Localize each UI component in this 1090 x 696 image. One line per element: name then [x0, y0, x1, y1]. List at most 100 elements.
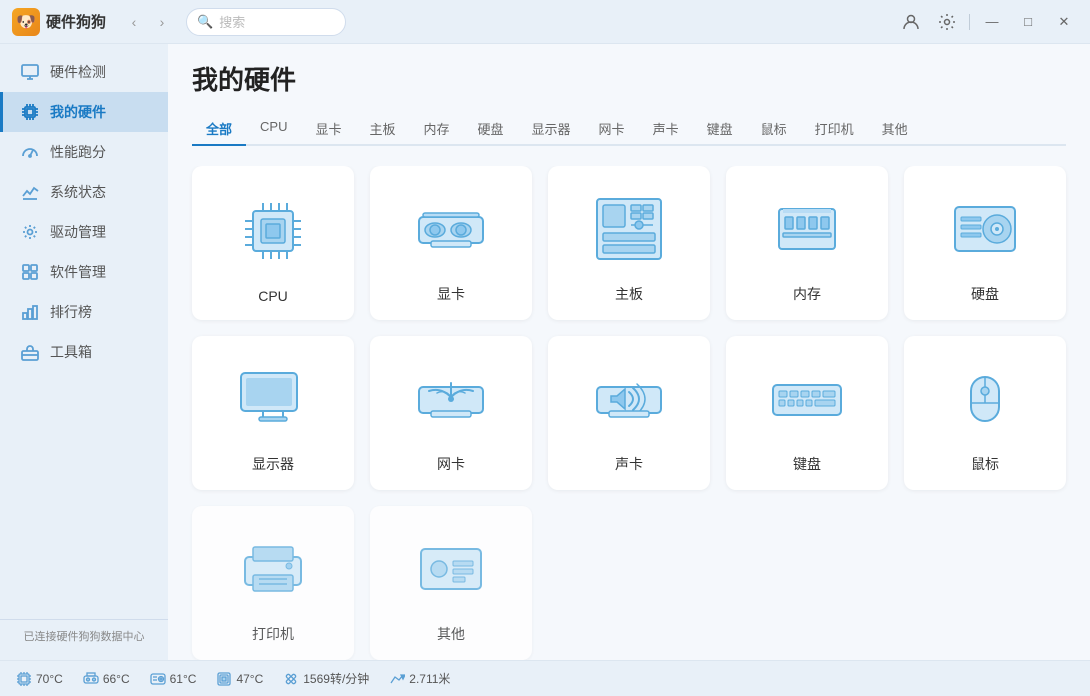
gpu-label: 显卡 — [437, 284, 465, 304]
hardware-card-sound[interactable]: 声卡 — [548, 336, 710, 490]
status-fan-speed: 1569转/分钟 — [283, 670, 369, 687]
fan-speed-value: 1569转/分钟 — [303, 670, 369, 687]
memory-label: 内存 — [793, 284, 821, 304]
sidebar-item-driver-mgmt[interactable]: 驱动管理 — [0, 212, 168, 252]
other-temp-value: 47°C — [236, 672, 263, 686]
hdd-temp-icon — [150, 671, 166, 687]
tab-motherboard[interactable]: 主板 — [355, 113, 409, 146]
monitor-icon — [20, 62, 40, 82]
sidebar-item-system-status[interactable]: 系统状态 — [0, 172, 168, 212]
status-other-temp: 47°C — [216, 671, 263, 687]
nav-buttons: ‹ › — [122, 10, 174, 34]
sidebar-item-my-hardware[interactable]: 我的硬件 — [0, 92, 168, 132]
titlebar-right: — □ ✕ — [897, 8, 1078, 36]
statusbar: 70°C 66°C 61°C — [0, 660, 1090, 696]
sidebar-label-driver-mgmt: 驱动管理 — [50, 222, 106, 242]
logo-icon: 🐶 — [12, 8, 40, 36]
search-box[interactable]: 🔍 搜索 — [186, 8, 346, 36]
hardware-card-storage[interactable]: 硬盘 — [904, 166, 1066, 320]
settings-icon-button[interactable] — [933, 8, 961, 36]
cpu-temp-value: 70°C — [36, 672, 63, 686]
network-speed-value: 2.711米 — [409, 670, 450, 687]
hardware-card-motherboard[interactable]: 主板 — [548, 166, 710, 320]
cpu-icon-wrap — [228, 186, 318, 276]
network-label: 网卡 — [437, 454, 465, 474]
minimize-button[interactable]: — — [978, 8, 1006, 36]
sidebar-label-hardware-detection: 硬件检测 — [50, 62, 106, 82]
sidebar-label-system-status: 系统状态 — [50, 182, 106, 202]
motherboard-label: 主板 — [615, 284, 643, 304]
tab-keyboard[interactable]: 键盘 — [693, 113, 747, 146]
cpu-temp-icon — [16, 671, 32, 687]
forward-button[interactable]: › — [150, 10, 174, 34]
ranking-icon — [20, 302, 40, 322]
main-layout: 硬件检测 我的硬件 性能跑分 — [0, 44, 1090, 660]
app-title: 硬件狗狗 — [46, 11, 106, 32]
apps-icon — [20, 262, 40, 282]
hardware-card-memory[interactable]: 内存 — [726, 166, 888, 320]
sidebar: 硬件检测 我的硬件 性能跑分 — [0, 44, 168, 660]
network-speed-icon — [389, 671, 405, 687]
tab-all[interactable]: 全部 — [192, 113, 246, 146]
hardware-card-keyboard[interactable]: 键盘 — [726, 336, 888, 490]
tab-gpu[interactable]: 显卡 — [301, 113, 355, 146]
gpu-icon-wrap — [406, 186, 496, 272]
cpu-label: CPU — [258, 288, 288, 304]
storage-label: 硬盘 — [971, 284, 999, 304]
sidebar-item-performance[interactable]: 性能跑分 — [0, 132, 168, 172]
keyboard-label: 键盘 — [793, 454, 821, 474]
sidebar-label-software-mgmt: 软件管理 — [50, 262, 106, 282]
hdd-temp-value: 61°C — [170, 672, 197, 686]
sound-icon-wrap — [584, 356, 674, 442]
other-temp-icon — [216, 671, 232, 687]
tab-other[interactable]: 其他 — [868, 113, 922, 146]
sidebar-footer: 已连接硬件狗狗数据中心 — [0, 619, 168, 652]
sidebar-label-ranking: 排行榜 — [50, 302, 92, 322]
close-button[interactable]: ✕ — [1050, 8, 1078, 36]
gpu-temp-value: 66°C — [103, 672, 130, 686]
sidebar-label-my-hardware: 我的硬件 — [50, 102, 106, 122]
tab-memory[interactable]: 内存 — [410, 113, 464, 146]
sidebar-item-ranking[interactable]: 排行榜 — [0, 292, 168, 332]
hardware-card-monitor[interactable]: 显示器 — [192, 336, 354, 490]
sidebar-item-hardware-detection[interactable]: 硬件检测 — [0, 52, 168, 92]
tab-storage[interactable]: 硬盘 — [464, 113, 518, 146]
chip-icon — [20, 102, 40, 122]
status-cpu-temp: 70°C — [16, 671, 63, 687]
network-icon-wrap — [406, 356, 496, 442]
toolbox-icon — [20, 342, 40, 362]
content-area: 我的硬件 全部 CPU 显卡 主板 内存 硬盘 显示器 网卡 声卡 键盘 鼠标 … — [168, 44, 1090, 660]
user-icon-button[interactable] — [897, 8, 925, 36]
hardware-card-printer[interactable]: 打印机 — [192, 506, 354, 660]
hardware-card-mouse[interactable]: 鼠标 — [904, 336, 1066, 490]
hardware-card-cpu[interactable]: CPU — [192, 166, 354, 320]
hardware-card-network[interactable]: 网卡 — [370, 336, 532, 490]
tab-printer[interactable]: 打印机 — [801, 113, 868, 146]
tab-network[interactable]: 网卡 — [585, 113, 639, 146]
maximize-button[interactable]: □ — [1014, 8, 1042, 36]
back-button[interactable]: ‹ — [122, 10, 146, 34]
chart-icon — [20, 182, 40, 202]
tab-mouse[interactable]: 鼠标 — [747, 113, 801, 146]
tab-cpu[interactable]: CPU — [246, 113, 301, 146]
printer-icon-wrap — [228, 526, 318, 612]
status-network-speed: 2.711米 — [389, 670, 450, 687]
tab-sound[interactable]: 声卡 — [639, 113, 693, 146]
hardware-card-gpu[interactable]: 显卡 — [370, 166, 532, 320]
sound-label: 声卡 — [615, 454, 643, 474]
sidebar-label-performance: 性能跑分 — [50, 142, 106, 162]
monitor-label: 显示器 — [252, 454, 294, 474]
sidebar-item-toolbox[interactable]: 工具箱 — [0, 332, 168, 372]
mouse-label: 鼠标 — [971, 454, 999, 474]
printer-label: 打印机 — [252, 624, 294, 644]
tab-monitor[interactable]: 显示器 — [518, 113, 585, 146]
speedometer-icon — [20, 142, 40, 162]
titlebar-divider — [969, 14, 970, 30]
gear-icon — [20, 222, 40, 242]
hardware-card-other[interactable]: 其他 — [370, 506, 532, 660]
status-gpu-temp: 66°C — [83, 671, 130, 687]
sidebar-item-software-mgmt[interactable]: 软件管理 — [0, 252, 168, 292]
other-icon-wrap — [406, 526, 496, 612]
mouse-icon-wrap — [940, 356, 1030, 442]
hardware-grid: CPU 显卡 — [168, 166, 1090, 660]
